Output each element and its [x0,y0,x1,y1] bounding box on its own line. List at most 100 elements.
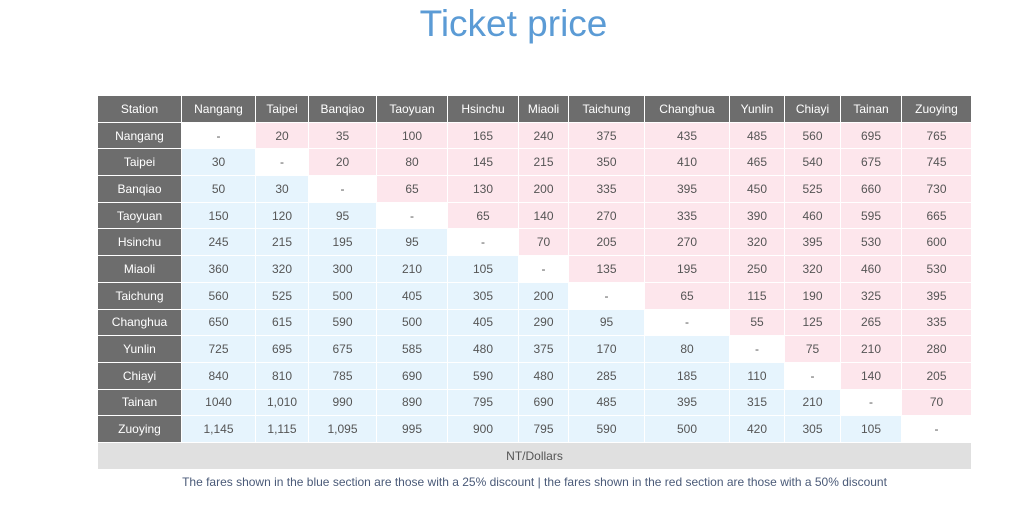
fare-cell: 120 [255,201,309,230]
fare-cell: 140 [518,201,569,230]
fare-cell: 995 [376,415,448,443]
fare-cell: 615 [255,308,309,337]
table-row: Banqiao 50 30-65 130 200 335 395 450 525 660 730 [97,175,972,203]
fare-cell: 395 [644,388,730,417]
fare-cell: 320 [255,255,309,283]
fare-cell: 785 [308,361,377,390]
fare-cell: 20 [308,148,377,177]
fare-cell: 80 [644,335,730,363]
fare-cell: 65 [447,201,519,230]
fare-cell: 405 [376,281,448,310]
row-header-tainan: Tainan [97,388,182,417]
fare-cell: 70 [518,228,569,257]
discount-note: The fares shown in the blue section are … [97,468,972,497]
column-header-changhua: Changhua [644,95,730,123]
fare-cell: 285 [568,361,645,390]
fare-cell: 305 [447,281,519,310]
fare-cell: 450 [729,175,785,203]
fare-cell: 1,095 [308,415,377,443]
fare-cell: 500 [376,308,448,337]
fare-cell: - [447,228,519,257]
fare-cell: 190 [784,281,841,310]
corner-header: Station [97,95,182,123]
fare-cell: 205 [901,361,972,390]
fare-cell: 270 [568,201,645,230]
fare-cell: 320 [729,228,785,257]
fare-cell: 30 [181,148,256,177]
fare-cell: 650 [181,308,256,337]
fare-cell: 200 [518,281,569,310]
fare-cell: 70 [901,388,972,417]
fare-cell: 100 [376,121,448,150]
fare-cell: 585 [376,335,448,363]
fare-cell: 765 [901,121,972,150]
row-header-taoyuan: Taoyuan [97,201,182,230]
fare-cell: 265 [840,308,902,337]
fare-cell: - [784,361,841,390]
fare-cell: 95 [568,308,645,337]
fare-cell: - [518,255,569,283]
fare-cell: 900 [447,415,519,443]
fare-cell: - [840,388,902,417]
table-row: Taoyuan 150 120 95-65 140 270 335 390 460 595 665 [97,201,972,230]
fare-cell: 530 [901,255,972,283]
fare-cell: 300 [308,255,377,283]
fare-cell: 195 [644,255,730,283]
fare-cell: - [181,121,256,150]
fare-cell: 675 [308,335,377,363]
fare-cell: 410 [644,148,730,177]
fare-cell: 210 [840,335,902,363]
fare-cell: 420 [729,415,785,443]
fare-cell: 590 [447,361,519,390]
fare-cell: 305 [784,415,841,443]
fare-cell: 590 [568,415,645,443]
fare-cell: - [901,415,972,443]
fare-cell: 205 [568,228,645,257]
fare-cell: 560 [181,281,256,310]
fare-cell: 65 [376,175,448,203]
fare-cell: - [568,281,645,310]
header-row: Station Nangang Taipei Banqiao Taoyuan Hsinc… [97,95,972,123]
fare-cell: 1,010 [255,388,309,417]
fare-cell: 165 [447,121,519,150]
row-header-banqiao: Banqiao [97,175,182,203]
row-header-hsinchu: Hsinchu [97,228,182,257]
fare-cell: 665 [901,201,972,230]
fare-cell: - [308,175,377,203]
fare-cell: 435 [644,121,730,150]
fare-cell: 215 [255,228,309,257]
fare-cell: 245 [181,228,256,257]
column-header-yunlin: Yunlin [729,95,785,123]
row-header-miaoli: Miaoli [97,255,182,283]
fare-cell: 80 [376,148,448,177]
fare-cell: 30 [255,175,309,203]
table-row: Miaoli 360 320 300 210 105-135 195 250 320 460 530 [97,255,972,283]
fare-cell: 1,115 [255,415,309,443]
fare-cell: 795 [518,415,569,443]
fare-cell: 745 [901,148,972,177]
table-row: Hsinchu 245 215 195 95-70 205 270 320 395 530 600 [97,228,972,257]
fare-cell: 460 [840,255,902,283]
fare-cell: 485 [568,388,645,417]
table-row: Taichung 560 525 500 405 305 200-65 115 190 325 39… [97,281,972,310]
fare-cell: 65 [644,281,730,310]
fare-cell: 135 [568,255,645,283]
fare-cell: 105 [840,415,902,443]
fare-cell: 75 [784,335,841,363]
fare-cell: 20 [255,121,309,150]
column-header-zuoying: Zuoying [901,95,972,123]
fare-cell: 335 [644,201,730,230]
fare-cell: 395 [784,228,841,257]
fare-cell: 35 [308,121,377,150]
fare-cell: 540 [784,148,841,177]
fare-cell: 1040 [181,388,256,417]
row-header-taichung: Taichung [97,281,182,310]
fare-cell: 145 [447,148,519,177]
fare-cell: - [376,201,448,230]
fare-cell: 240 [518,121,569,150]
note-row: The fares shown in the blue section are … [97,468,972,497]
fare-cell: 405 [447,308,519,337]
fare-cell: 95 [376,228,448,257]
table-row: Taipei 30-20 80 145 215 350 410 465 540 675 745 [97,148,972,177]
fare-cell: 395 [901,281,972,310]
